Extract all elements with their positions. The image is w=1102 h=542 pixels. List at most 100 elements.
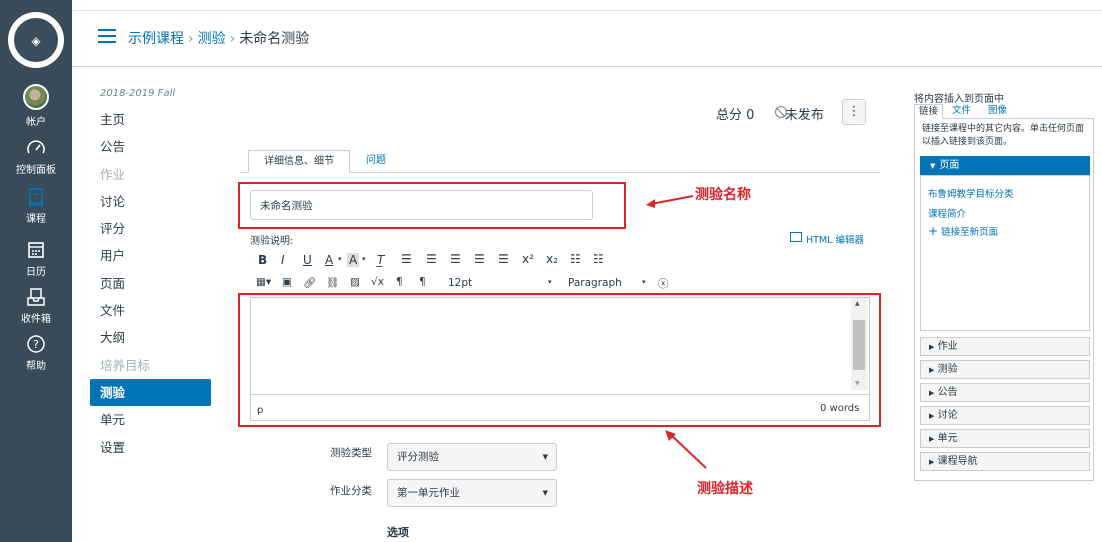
course-nav-outcomes[interactable]: 培养目标 (90, 352, 211, 379)
course-nav-people[interactable]: 用户 (90, 242, 211, 269)
equation-button[interactable]: √x (371, 276, 384, 288)
sidebar-section-modules[interactable]: ▶ 单元 (920, 429, 1090, 448)
chevron-down-icon[interactable]: ▾ (548, 278, 552, 286)
sidebar-section-label: 讨论 (937, 410, 958, 421)
media-button[interactable]: ▣ (282, 276, 292, 288)
course-nav-announcements[interactable]: 公告 (90, 133, 211, 160)
course-nav-grades[interactable]: 评分 (90, 215, 211, 242)
dashboard-icon (27, 140, 45, 154)
sidebar-section-pages[interactable]: ▼ 页面 (920, 156, 1090, 175)
sidebar-section-course-nav[interactable]: ▶ 课程导航 (920, 452, 1090, 471)
align-left-button[interactable]: ☰ (401, 252, 412, 266)
link-icon[interactable]: 🔗︎ (303, 276, 316, 289)
align-center-button[interactable]: ☰ (426, 252, 437, 266)
nav-courses[interactable]: 课程 (0, 184, 72, 228)
assignment-group-select[interactable]: 第一单元作业 ▼ (387, 479, 557, 507)
sidebar-section-discussions[interactable]: ▶ 讨论 (920, 406, 1090, 425)
course-nav-settings[interactable]: 设置 (90, 434, 211, 461)
bold-button[interactable]: B (258, 253, 267, 267)
caret-right-icon: ▶ (929, 412, 935, 420)
global-nav: ◈ 帐户 控制面板 课程 日历 收件箱 ? 帮助 (0, 0, 72, 542)
course-nav-discussions[interactable]: 讨论 (90, 188, 211, 215)
indent-button[interactable]: ☰ (474, 252, 485, 266)
block-format-select[interactable]: Paragraph (568, 277, 622, 289)
bullet-list-button[interactable]: ☷ (570, 252, 581, 266)
table-button[interactable]: ▦▾ (256, 276, 271, 288)
sidebar-section-label: 测验 (937, 364, 958, 375)
font-size-select[interactable]: 12pt (448, 277, 472, 289)
nav-help[interactable]: ? 帮助 (0, 334, 72, 372)
nav-calendar[interactable]: 日历 (0, 240, 72, 278)
clear-formatting-button[interactable]: T̲ (377, 253, 384, 267)
superscript-button[interactable]: x² (522, 252, 534, 266)
nav-dashboard[interactable]: 控制面板 (0, 138, 72, 178)
quiz-options-button[interactable]: ⋮ (842, 99, 866, 125)
options-heading: 选项 (387, 526, 409, 539)
tab-questions[interactable]: 问题 (356, 150, 396, 172)
image-icon[interactable]: ▨ (350, 276, 360, 288)
annotation-quiz-name: 测验名称 (695, 187, 751, 203)
subscript-button[interactable]: x₂ (546, 252, 558, 266)
annotation-arrow-description (665, 430, 707, 469)
assignment-group-value: 第一单元作业 (397, 487, 460, 499)
ltr-button[interactable]: ¶ (396, 276, 403, 288)
sidebar-section-label: 公告 (937, 387, 958, 398)
help-icon: ? (27, 335, 45, 353)
quiz-type-select[interactable]: 评分测验 ▼ (387, 443, 557, 471)
chevron-down-icon[interactable]: ▾ (362, 255, 366, 263)
accessibility-icon[interactable]: ⓧ (658, 276, 669, 291)
hamburger-menu-icon[interactable] (98, 29, 116, 43)
background-color-button[interactable]: A (347, 253, 360, 267)
link-new-page[interactable]: + 链接至新页面 (928, 224, 998, 238)
breadcrumb: 示例课程 › 测验 › 未命名测验 (128, 28, 309, 48)
sidebar-tab-images[interactable]: 图像 (984, 104, 1011, 119)
points-label: 总分 0 (716, 108, 755, 123)
caret-right-icon: ▶ (929, 435, 935, 443)
quiz-type-value: 评分测验 (397, 451, 439, 463)
chevron-down-icon[interactable]: ▾ (642, 278, 646, 286)
sidebar-tab-files[interactable]: 文件 (948, 104, 975, 119)
caret-right-icon: ▶ (929, 343, 935, 351)
course-nav-pages[interactable]: 页面 (90, 270, 211, 297)
breadcrumb-course[interactable]: 示例课程 (128, 31, 184, 47)
university-logo[interactable]: ◈ (8, 12, 64, 68)
chevron-down-icon: ▼ (542, 489, 548, 497)
numbered-list-button[interactable]: ☷ (593, 252, 604, 266)
italic-button[interactable]: I (281, 253, 285, 267)
course-nav-files[interactable]: 文件 (90, 297, 211, 324)
html-editor-icon[interactable] (790, 232, 802, 242)
html-editor-link[interactable]: HTML 编辑器 (806, 232, 864, 246)
page-link-bloom[interactable]: 布鲁姆教学目标分类 (928, 186, 1014, 200)
nav-help-label: 帮助 (26, 361, 46, 372)
content-sidebar-title: 将内容插入到页面中 (914, 94, 1004, 105)
avatar (23, 84, 49, 110)
course-nav-modules[interactable]: 单元 (90, 406, 211, 433)
chevron-down-icon[interactable]: ▾ (338, 255, 342, 263)
sidebar-section-quizzes[interactable]: ▶ 测验 (920, 360, 1090, 379)
unlink-icon[interactable]: ⛓︎ (326, 276, 339, 289)
tab-details[interactable]: 详细信息、细节 (248, 150, 350, 173)
caret-down-icon: ▼ (930, 162, 936, 170)
breadcrumb-quizzes[interactable]: 测验 (198, 31, 226, 47)
course-nav-quizzes[interactable]: 测验 (90, 378, 211, 407)
text-color-button[interactable]: A (325, 253, 333, 267)
course-nav-syllabus[interactable]: 大纲 (90, 324, 211, 351)
breadcrumb-separator: › (188, 31, 194, 47)
sidebar-section-assignments[interactable]: ▶ 作业 (920, 337, 1090, 356)
outdent-button[interactable]: ☰ (498, 252, 509, 266)
annotation-box-description (238, 293, 881, 427)
align-right-button[interactable]: ☰ (450, 252, 461, 266)
annotation-arrow-name (646, 195, 694, 208)
rtl-button[interactable]: ¶ (419, 276, 426, 288)
page-link-intro[interactable]: 课程简介 (928, 206, 966, 220)
sidebar-section-announcements[interactable]: ▶ 公告 (920, 383, 1090, 402)
nav-calendar-label: 日历 (26, 267, 46, 278)
nav-inbox[interactable]: 收件箱 (0, 287, 72, 325)
nav-account[interactable]: 帐户 (0, 84, 72, 128)
unpublished-icon (775, 106, 787, 118)
caret-right-icon: ▶ (929, 389, 935, 397)
course-nav-assignments[interactable]: 作业 (90, 161, 211, 188)
course-nav-home[interactable]: 主页 (90, 106, 211, 133)
sidebar-tab-links[interactable]: 链接 (914, 104, 944, 119)
underline-button[interactable]: U (303, 253, 312, 267)
